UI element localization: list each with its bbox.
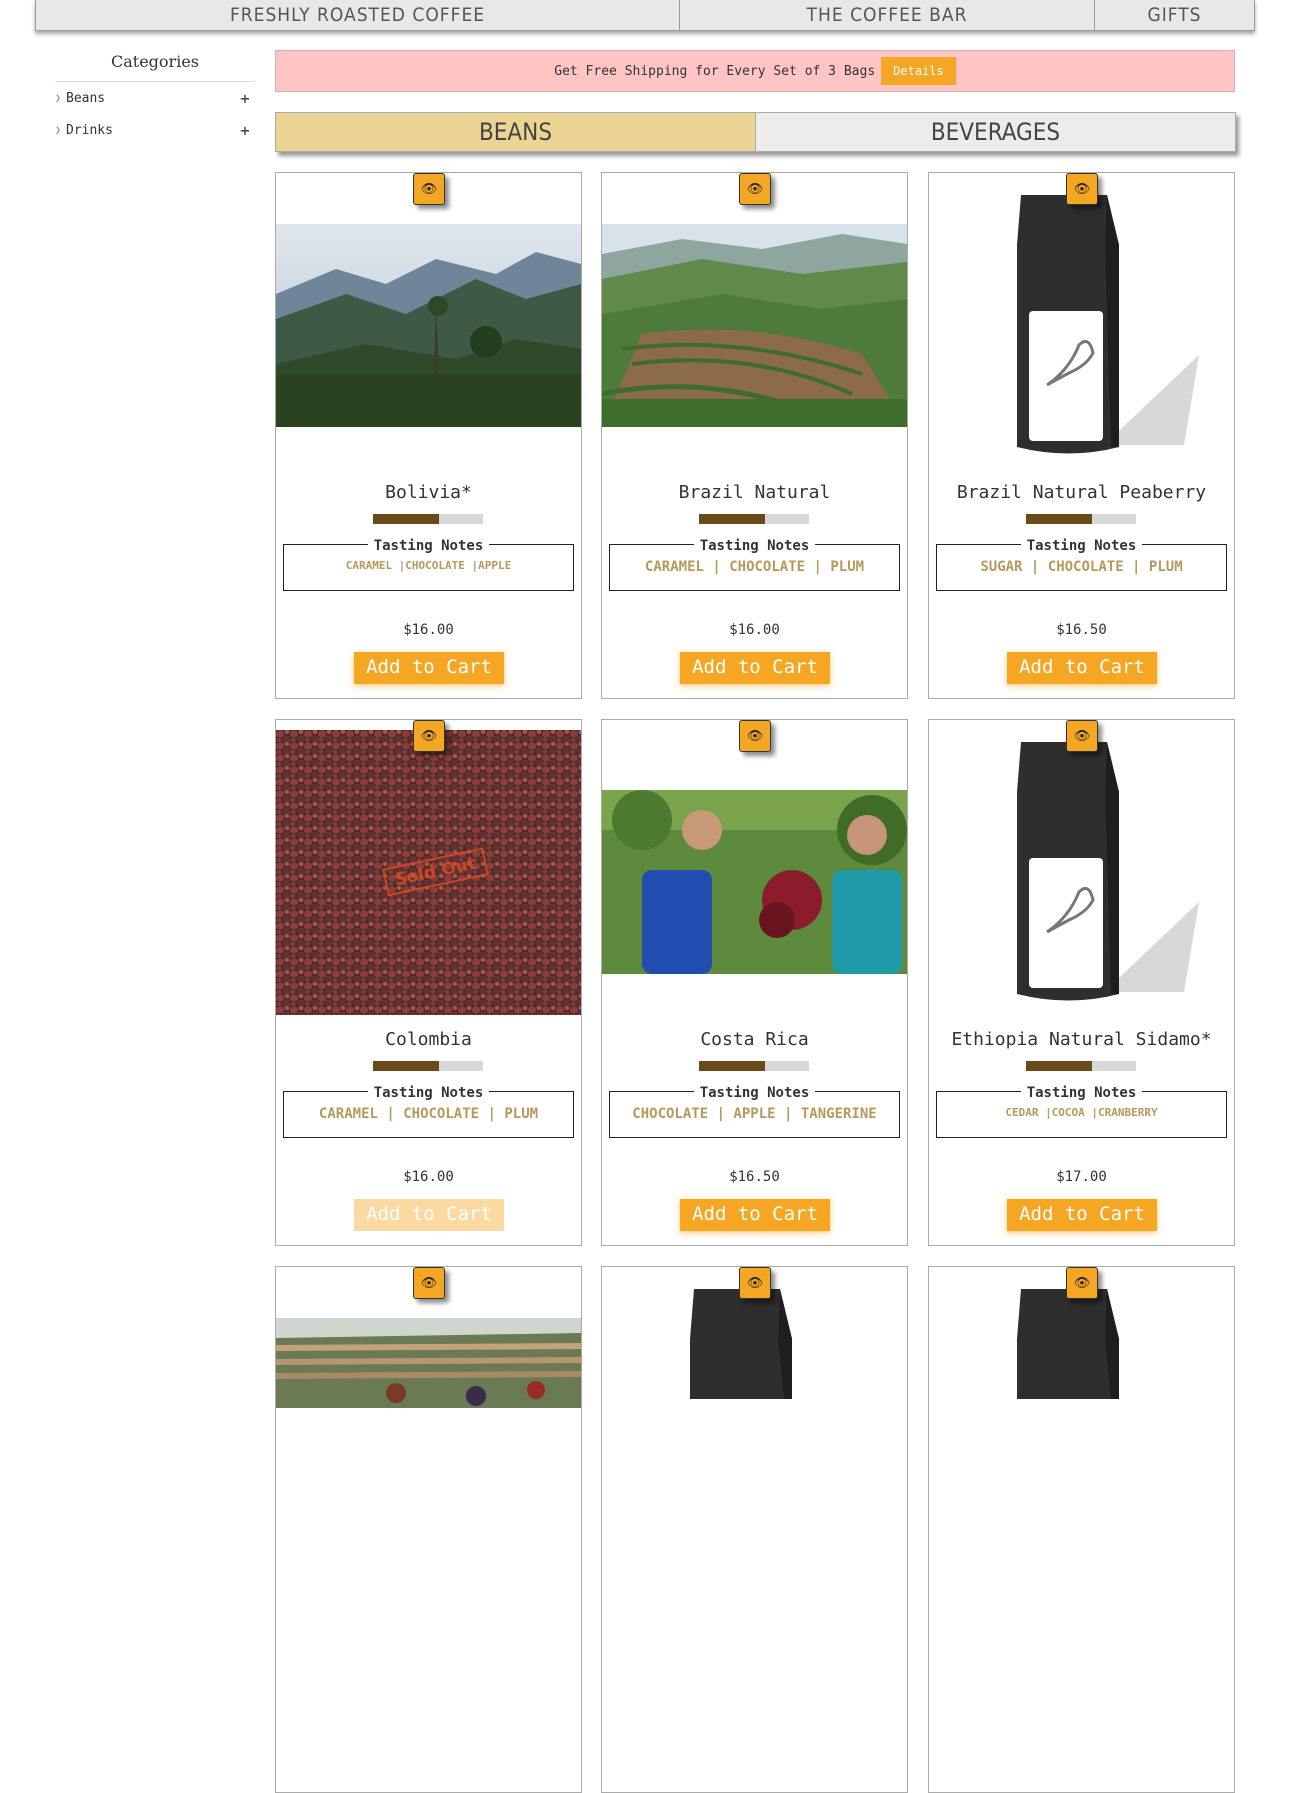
eye-icon[interactable]: 👁 bbox=[413, 1267, 445, 1299]
product-price: $16.00 bbox=[729, 622, 780, 638]
product-image-mountains[interactable] bbox=[276, 224, 581, 427]
product-price: $16.50 bbox=[729, 1169, 780, 1185]
tasting-notes-label: Tasting Notes bbox=[1020, 1085, 1143, 1101]
product-name[interactable]: Costa Rica bbox=[602, 1029, 907, 1050]
tasting-notes: CEDAR |COCOA |CRANBERRY bbox=[1005, 1106, 1158, 1119]
categories-title: Categories bbox=[55, 52, 255, 82]
product-image-farm[interactable] bbox=[602, 224, 907, 427]
product-name[interactable]: Colombia bbox=[276, 1029, 581, 1050]
tasting-notes: CARAMEL |CHOCOLATE |APPLE bbox=[345, 559, 512, 572]
tasting-notes-label: Tasting Notes bbox=[693, 1085, 816, 1101]
roast-level-bar bbox=[699, 514, 809, 524]
tasting-notes: CARAMEL | CHOCOLATE | PLUM bbox=[644, 559, 865, 575]
product-image-coffee-bag[interactable] bbox=[929, 732, 1234, 1012]
product-price: $16.00 bbox=[403, 622, 454, 638]
product-price: $16.00 bbox=[403, 1169, 454, 1185]
product-image-farmers[interactable] bbox=[602, 790, 907, 974]
tasting-notes: CHOCOLATE | APPLE | TANGERINE bbox=[632, 1106, 877, 1122]
category-label: Drinks bbox=[66, 122, 113, 138]
tasting-notes-box: Tasting Notes CEDAR |COCOA |CRANBERRY bbox=[936, 1085, 1227, 1138]
eye-icon[interactable]: 👁 bbox=[413, 720, 445, 752]
eye-icon[interactable]: 👁 bbox=[739, 173, 771, 205]
tasting-notes: CARAMEL | CHOCOLATE | PLUM bbox=[318, 1106, 539, 1122]
category-drinks[interactable]: ❯ Drinks + bbox=[55, 114, 255, 146]
product-card: 👁 Bolivia* Tasting Notes CARAMEL |CHOCOL… bbox=[275, 172, 582, 699]
tasting-notes-box: Tasting Notes CARAMEL | CHOCOLATE | PLUM bbox=[283, 1085, 574, 1138]
roast-level-bar bbox=[373, 1061, 483, 1071]
product-tabs: Beans Beverages bbox=[275, 112, 1236, 152]
roast-level-bar bbox=[373, 514, 483, 524]
chevron-right-icon: ❯ bbox=[55, 92, 62, 104]
product-name[interactable]: Brazil Natural Peaberry bbox=[929, 482, 1234, 503]
product-name[interactable]: Brazil Natural bbox=[602, 482, 907, 503]
product-card: 👁 Costa Rica Tasting Notes CHOCOLATE | A… bbox=[601, 719, 908, 1246]
plus-icon[interactable]: + bbox=[235, 121, 255, 140]
nav-item-gifts[interactable]: Gifts bbox=[1095, 0, 1254, 30]
product-price: $17.00 bbox=[1056, 1169, 1107, 1185]
plus-icon[interactable]: + bbox=[235, 89, 255, 108]
product-image-drying-beds[interactable] bbox=[276, 1318, 581, 1408]
tasting-notes-label: Tasting Notes bbox=[693, 538, 816, 554]
product-card: 👁 Brazil Natural Tasting Notes CARAMEL |… bbox=[601, 172, 908, 699]
product-image-coffee-bag[interactable] bbox=[929, 185, 1234, 465]
eye-icon[interactable]: 👁 bbox=[1066, 720, 1098, 752]
chevron-right-icon: ❯ bbox=[55, 124, 62, 136]
tasting-notes-label: Tasting Notes bbox=[1020, 538, 1143, 554]
roast-level-bar bbox=[1026, 1061, 1136, 1071]
add-to-cart-button[interactable]: Add to Cart bbox=[680, 652, 830, 684]
product-card: 👁 bbox=[928, 1266, 1235, 1793]
product-image-coffee-cherries[interactable]: Sold Out bbox=[276, 730, 581, 1015]
product-name[interactable]: Ethiopia Natural Sidamo* bbox=[929, 1029, 1234, 1050]
category-label: Beans bbox=[66, 90, 106, 106]
add-to-cart-button[interactable]: Add to Cart bbox=[680, 1199, 830, 1231]
tasting-notes-label: Tasting Notes bbox=[367, 538, 490, 554]
roast-level-bar bbox=[1026, 514, 1136, 524]
nav-item-coffee-bar[interactable]: The Coffee Bar bbox=[680, 0, 1095, 30]
product-card: 👁 Ethiopia Natural Sidamo* Tasting Notes… bbox=[928, 719, 1235, 1246]
eye-icon[interactable]: 👁 bbox=[413, 173, 445, 205]
eye-icon[interactable]: 👁 bbox=[1066, 1267, 1098, 1299]
product-price: $16.50 bbox=[1056, 622, 1107, 638]
tab-beans[interactable]: Beans bbox=[276, 113, 756, 151]
categories-sidebar: Categories ❯ Beans + ❯ Drinks + bbox=[55, 52, 255, 146]
product-card: 👁 bbox=[275, 1266, 582, 1793]
tasting-notes-box: Tasting Notes CARAMEL | CHOCOLATE | PLUM bbox=[609, 538, 900, 591]
tab-beverages[interactable]: Beverages bbox=[756, 113, 1235, 151]
free-shipping-banner: Get Free Shipping for Every Set of 3 Bag… bbox=[275, 50, 1235, 92]
tasting-notes-label: Tasting Notes bbox=[367, 1085, 490, 1101]
roast-level-bar bbox=[699, 1061, 809, 1071]
category-beans[interactable]: ❯ Beans + bbox=[55, 82, 255, 114]
product-card: 👁 Sold Out Colombia Tasting Notes CARAME… bbox=[275, 719, 582, 1246]
tasting-notes-box: Tasting Notes SUGAR | CHOCOLATE | PLUM bbox=[936, 538, 1227, 591]
add-to-cart-button[interactable]: Add to Cart bbox=[1007, 1199, 1157, 1231]
eye-icon[interactable]: 👁 bbox=[1066, 173, 1098, 205]
product-card: 👁 Brazil Natural Peaberry Tasting Notes … bbox=[928, 172, 1235, 699]
eye-icon[interactable]: 👁 bbox=[739, 1267, 771, 1299]
product-card: 👁 bbox=[601, 1266, 908, 1793]
add-to-cart-button[interactable]: Add to Cart bbox=[1007, 652, 1157, 684]
details-button[interactable]: Details bbox=[881, 57, 956, 85]
add-to-cart-button[interactable]: Add to Cart bbox=[354, 1199, 504, 1231]
eye-icon[interactable]: 👁 bbox=[739, 720, 771, 752]
nav-item-freshly-roasted-coffee[interactable]: Freshly Roasted Coffee bbox=[36, 0, 680, 30]
banner-text: Get Free Shipping for Every Set of 3 Bag… bbox=[554, 63, 876, 79]
top-nav: Freshly Roasted Coffee The Coffee Bar Gi… bbox=[35, 0, 1255, 31]
product-name[interactable]: Bolivia* bbox=[276, 482, 581, 503]
add-to-cart-button[interactable]: Add to Cart bbox=[354, 652, 504, 684]
tasting-notes-box: Tasting Notes CHOCOLATE | APPLE | TANGER… bbox=[609, 1085, 900, 1138]
tasting-notes: SUGAR | CHOCOLATE | PLUM bbox=[980, 559, 1183, 575]
tasting-notes-box: Tasting Notes CARAMEL |CHOCOLATE |APPLE bbox=[283, 538, 574, 591]
